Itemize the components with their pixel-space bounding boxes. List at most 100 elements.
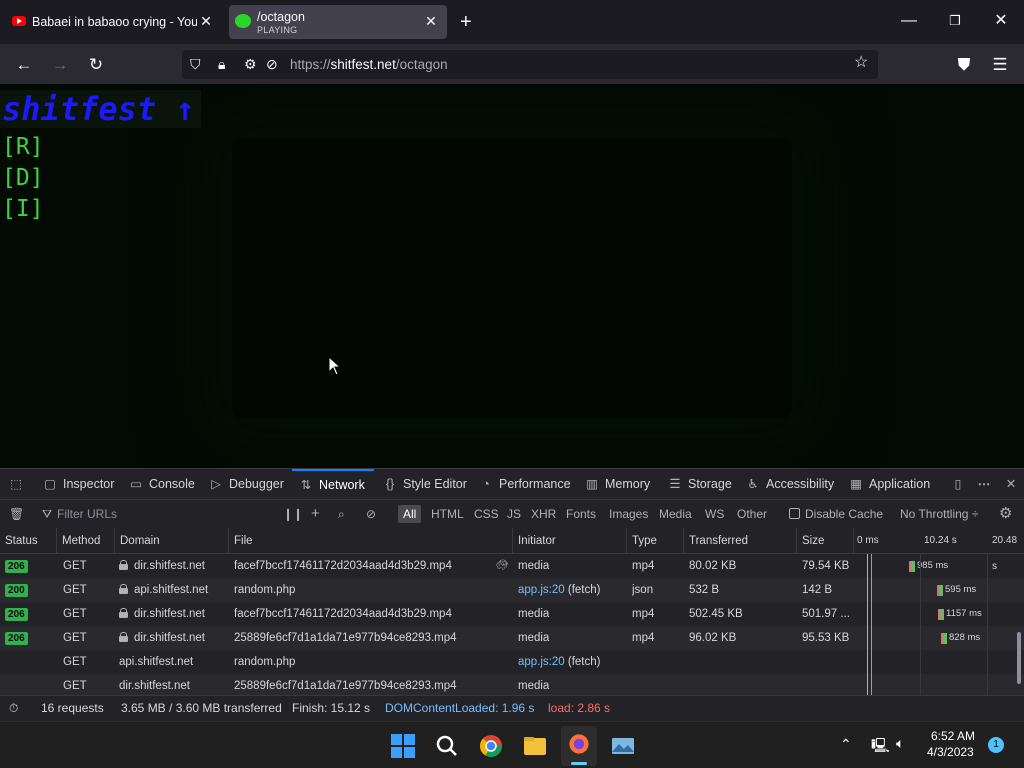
col-initiator[interactable]: Initiator [513, 528, 627, 554]
tab-console[interactable]: ▭ Console [128, 469, 195, 499]
tab-octagon[interactable]: /octagon PLAYING ✕ [229, 5, 447, 39]
stopwatch-icon[interactable]: ⏱ [9, 696, 18, 721]
col-size[interactable]: Size [797, 528, 854, 554]
disable-cache-checkbox[interactable]: Disable Cache [789, 500, 883, 528]
shield-icon[interactable]: ⛉ [190, 55, 201, 73]
minimize-icon[interactable]: — [899, 12, 919, 30]
filter-css[interactable]: CSS [469, 505, 504, 523]
dock-icon[interactable]: ▯ [950, 469, 971, 499]
filter-js[interactable]: JS [502, 505, 526, 523]
tab-application[interactable]: ▦ Application [848, 469, 930, 499]
lock-icon[interactable]: 🔒︎ [218, 55, 225, 73]
forward-icon[interactable]: → [49, 54, 71, 76]
link-directory[interactable]: [D] [2, 164, 44, 192]
chrome-icon[interactable] [475, 730, 507, 762]
tracking-blocked-icon[interactable]: ⊘ [266, 55, 278, 73]
status-cell [5, 650, 55, 674]
url-text[interactable]: https://shitfest.net/octagon [290, 57, 448, 72]
photos-app-icon[interactable] [607, 730, 639, 762]
firefox-taskbar-button[interactable] [561, 726, 597, 766]
col-method[interactable]: Method [57, 528, 115, 554]
menu-icon[interactable]: ☰ [989, 54, 1011, 76]
method-cell: GET [63, 632, 87, 644]
tab-storage[interactable]: ☰ Storage [667, 469, 731, 499]
add-request-icon[interactable]: + [311, 500, 320, 528]
network-icon: ⇅ [300, 478, 312, 492]
tick-0ms: 0 ms [857, 535, 879, 546]
tab-debugger[interactable]: ▷ Debugger [208, 469, 284, 499]
trash-icon[interactable]: 🗑︎ [9, 500, 24, 528]
memory-icon: ▥ [586, 477, 598, 491]
transferred-cell: 80.02 KB [689, 560, 737, 572]
col-transferred[interactable]: Transferred [684, 528, 797, 554]
filter-urls-input[interactable]: Filter URLs [57, 500, 117, 528]
initiator-link[interactable]: app.js:20 [518, 656, 565, 668]
bookmark-star-icon[interactable]: ☆ [854, 54, 868, 72]
tab-network[interactable]: ⇅ Network [292, 469, 374, 499]
close-tab-icon[interactable]: ✕ [423, 13, 439, 29]
col-domain[interactable]: Domain [115, 528, 229, 554]
pocket-icon[interactable]: ⛊ [953, 54, 975, 76]
more-options-icon[interactable]: ⋯ [976, 469, 997, 499]
filter-all[interactable]: All [398, 505, 422, 523]
window-close-icon[interactable]: ✕ [991, 12, 1011, 30]
throttling-select[interactable]: No Throttling ÷ [900, 500, 978, 528]
load-marker [871, 554, 872, 695]
pause-icon[interactable]: ❙❙ [283, 500, 303, 528]
lock-icon [119, 632, 128, 642]
search-icon[interactable] [431, 730, 463, 762]
table-scrollbar[interactable] [1017, 632, 1021, 684]
filter-html[interactable]: HTML [426, 505, 469, 523]
new-tab-icon[interactable]: + [460, 12, 472, 32]
network-status-icon[interactable]: 🖳︎ [871, 735, 890, 759]
settings-gear-icon[interactable]: ⚙ [999, 500, 1012, 528]
filter-fonts[interactable]: Fonts [561, 505, 601, 523]
devtools-tab-bar: ⬚ ▢ Inspector ▭ Console ▷ Debugger ⇅ Network… [0, 468, 1024, 499]
filter-images[interactable]: Images [604, 505, 653, 523]
volume-icon[interactable]: 🔈︎ [896, 735, 904, 752]
block-icon[interactable]: ⊘ [366, 500, 376, 528]
tab-style-editor[interactable]: {} Style Editor [382, 469, 467, 499]
url-bar[interactable]: ⛉ 🔒︎ ⚙ ⊘ https://shitfest.net/octagon ☆ [182, 50, 878, 79]
close-tab-icon[interactable]: ✕ [198, 13, 214, 29]
col-file[interactable]: File [229, 528, 513, 554]
back-icon[interactable]: ← [13, 54, 35, 76]
reload-icon[interactable]: ↻ [85, 54, 107, 76]
tab-youtube[interactable]: Babaei in babaoo crying - YouTube ✕ [4, 5, 222, 39]
element-picker-icon[interactable]: ⬚ [8, 469, 29, 499]
close-devtools-icon[interactable]: ✕ [1003, 469, 1024, 499]
search-icon[interactable]: ⌕ [338, 500, 345, 528]
filter-other[interactable]: Other [732, 505, 772, 523]
video-player[interactable] [232, 138, 792, 418]
tab-accessibility[interactable]: ♿︎ Accessibility [745, 469, 834, 499]
clock-time[interactable]: 6:52 AM [931, 729, 975, 743]
file-explorer-icon[interactable] [519, 730, 551, 762]
notification-badge[interactable]: 1 [988, 737, 1004, 753]
octagon-favicon-icon [235, 14, 251, 28]
link-random[interactable]: [R] [2, 133, 44, 161]
chevron-up-icon[interactable]: ⌃ [840, 736, 852, 753]
table-header: Status Method Domain File Initiator Type… [0, 528, 1024, 572]
restore-icon[interactable]: ❐ [945, 12, 965, 30]
domain-cell: dir.shitfest.net [119, 602, 227, 626]
col-waterfall[interactable]: 0 ms 10.24 s 20.48 s [854, 528, 1024, 572]
initiator-link[interactable]: app.js:20 [518, 584, 565, 596]
tab-strip: Babaei in babaoo crying - YouTube ✕ /oct… [0, 0, 1024, 44]
status-badge: 206 [5, 560, 28, 573]
link-info[interactable]: [I] [2, 195, 44, 223]
tab-memory[interactable]: ▥ Memory [584, 469, 650, 499]
transferred-cell [689, 650, 795, 674]
size-cell [802, 650, 852, 674]
permissions-icon[interactable]: ⚙ [244, 55, 257, 73]
filter-ws[interactable]: WS [700, 505, 729, 523]
filter-media[interactable]: Media [654, 505, 697, 523]
col-status[interactable]: Status [0, 528, 57, 554]
filter-xhr[interactable]: XHR [526, 505, 561, 523]
clock-date[interactable]: 4/3/2023 [927, 745, 974, 759]
tab-inspector[interactable]: ▢ Inspector [42, 469, 114, 499]
col-type[interactable]: Type [627, 528, 684, 554]
site-title[interactable]: shitfest ↑ [0, 90, 201, 128]
tab-title: /octagon [257, 10, 305, 24]
tab-performance[interactable]: ◔ Performance [478, 469, 570, 499]
windows-start-icon[interactable] [387, 730, 419, 762]
